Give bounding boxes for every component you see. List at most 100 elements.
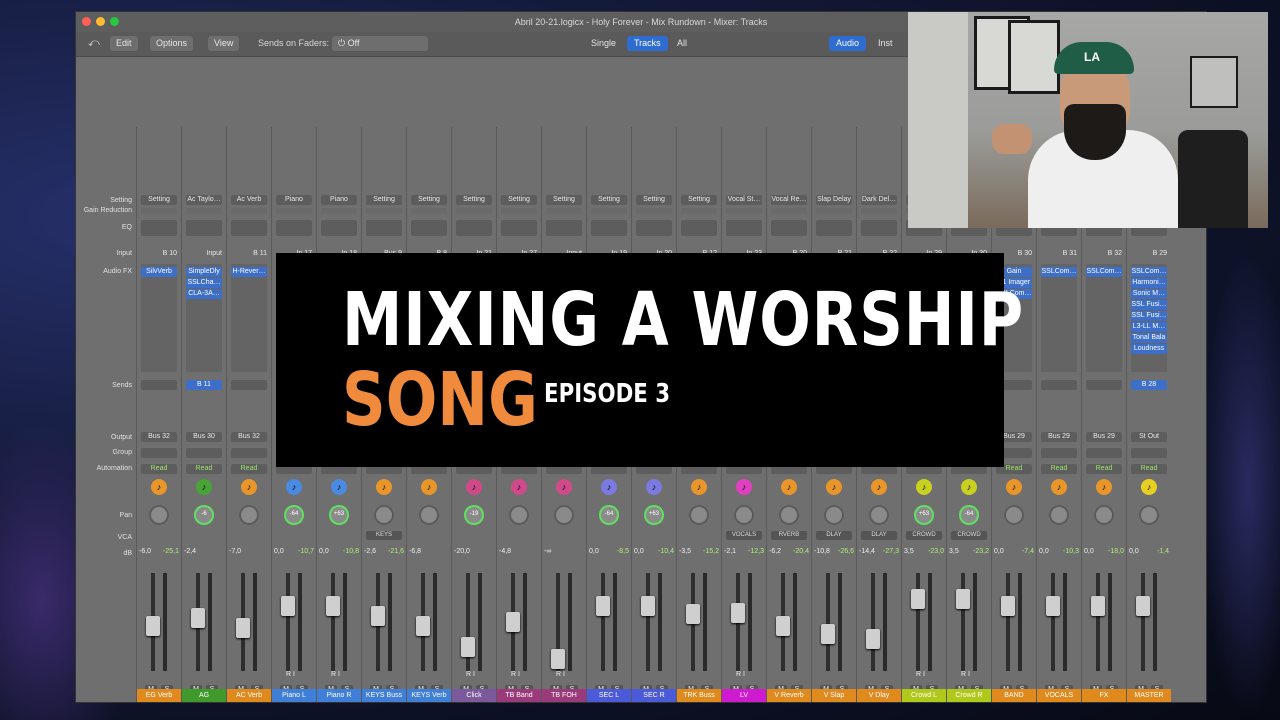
pan-knob[interactable] bbox=[1139, 505, 1159, 525]
strip-eq[interactable] bbox=[771, 220, 807, 236]
track-type-icon[interactable]: ♪ bbox=[331, 479, 347, 495]
filter-audio-button[interactable]: Audio bbox=[829, 36, 867, 51]
volume-fader[interactable] bbox=[596, 596, 610, 617]
vca-label[interactable] bbox=[591, 531, 627, 540]
track-name[interactable]: VOCALS bbox=[1037, 689, 1081, 702]
strip-setting[interactable]: Setting bbox=[546, 195, 582, 205]
strip-eq[interactable] bbox=[681, 220, 717, 236]
volume-fader[interactable] bbox=[236, 618, 250, 639]
strip-group[interactable] bbox=[141, 448, 177, 458]
vca-label[interactable]: CROWD bbox=[951, 531, 987, 540]
volume-fader[interactable] bbox=[506, 612, 520, 632]
vca-label[interactable] bbox=[231, 531, 267, 540]
strip-audio-fx[interactable]: L3-LL M… bbox=[1131, 322, 1167, 332]
pan-knob[interactable] bbox=[1004, 505, 1024, 525]
track-name[interactable]: EG Verb bbox=[137, 689, 181, 702]
vca-label[interactable] bbox=[546, 531, 582, 540]
volume-fader[interactable] bbox=[1001, 596, 1015, 617]
strip-output[interactable]: Bus 32 bbox=[141, 432, 177, 442]
strip-fx-area[interactable] bbox=[141, 264, 177, 372]
strip-setting[interactable]: Setting bbox=[591, 195, 627, 205]
strip-eq[interactable] bbox=[321, 220, 357, 236]
strip-send[interactable]: B 11 bbox=[186, 380, 222, 390]
strip-setting[interactable]: Piano bbox=[321, 195, 357, 205]
strip-audio-fx[interactable]: SSL Fusi… bbox=[1131, 300, 1167, 310]
strip-automation[interactable]: Read bbox=[231, 464, 267, 474]
track-name[interactable]: KEYS Buss bbox=[362, 689, 406, 702]
pan-knob[interactable] bbox=[779, 505, 799, 525]
strip-automation[interactable]: Read bbox=[141, 464, 177, 474]
pan-knob[interactable] bbox=[509, 505, 529, 525]
record-input-buttons[interactable]: R I bbox=[556, 671, 565, 678]
volume-fader[interactable] bbox=[1046, 596, 1060, 617]
track-name[interactable]: TRK Buss bbox=[677, 689, 721, 702]
strip-setting[interactable]: Setting bbox=[501, 195, 537, 205]
strip-setting[interactable]: Dark Del… bbox=[861, 195, 897, 205]
track-name[interactable]: Crowd R bbox=[947, 689, 991, 702]
strip-audio-fx[interactable]: Harmoni… bbox=[1131, 278, 1167, 288]
pan-knob[interactable] bbox=[1094, 505, 1114, 525]
strip-send[interactable]: B 28 bbox=[1131, 380, 1167, 390]
vca-label[interactable] bbox=[996, 531, 1032, 540]
strip-audio-fx[interactable]: CLA-3A… bbox=[186, 289, 222, 299]
volume-fader[interactable] bbox=[371, 605, 385, 626]
track-type-icon[interactable]: ♪ bbox=[1141, 479, 1157, 495]
strip-audio-fx[interactable]: SSLCha… bbox=[186, 278, 222, 288]
view-single-button[interactable]: Single bbox=[584, 36, 623, 51]
track-type-icon[interactable]: ♪ bbox=[241, 479, 257, 495]
strip-send[interactable] bbox=[141, 380, 177, 390]
strip-input[interactable]: B 31 bbox=[1041, 249, 1077, 259]
strip-setting[interactable]: Setting bbox=[141, 195, 177, 205]
track-type-icon[interactable]: ♪ bbox=[826, 479, 842, 495]
view-all-button[interactable]: All bbox=[670, 36, 694, 51]
track-name[interactable]: KEYS Verb bbox=[407, 689, 451, 702]
strip-setting[interactable]: Ac Verb bbox=[231, 195, 267, 205]
strip-eq[interactable] bbox=[231, 220, 267, 236]
view-menu[interactable]: View bbox=[208, 36, 240, 51]
strip-audio-fx[interactable]: H-Rever… bbox=[231, 267, 267, 277]
strip-eq[interactable] bbox=[456, 220, 492, 236]
track-name[interactable]: AC Verb bbox=[227, 689, 271, 702]
strip-audio-fx[interactable]: SSLCom… bbox=[1086, 267, 1122, 277]
strip-eq[interactable] bbox=[186, 220, 222, 236]
volume-fader[interactable] bbox=[146, 615, 160, 636]
track-type-icon[interactable]: ♪ bbox=[1051, 479, 1067, 495]
strip-eq[interactable] bbox=[366, 220, 402, 236]
strip-group[interactable] bbox=[231, 448, 267, 458]
record-input-buttons[interactable]: R I bbox=[916, 671, 925, 678]
vca-label[interactable] bbox=[321, 531, 357, 540]
strip-automation[interactable]: Read bbox=[1086, 464, 1122, 474]
vca-label[interactable]: KEYS bbox=[366, 531, 402, 540]
strip-group[interactable] bbox=[1131, 448, 1167, 458]
strip-fx-area[interactable] bbox=[231, 264, 267, 372]
strip-automation[interactable]: Read bbox=[1041, 464, 1077, 474]
volume-fader[interactable] bbox=[776, 615, 790, 636]
volume-fader[interactable] bbox=[416, 615, 430, 636]
strip-eq[interactable] bbox=[546, 220, 582, 236]
pan-knob[interactable] bbox=[824, 505, 844, 525]
track-name[interactable]: TB FOH bbox=[542, 689, 586, 702]
pan-knob[interactable] bbox=[1049, 505, 1069, 525]
strip-group[interactable] bbox=[186, 448, 222, 458]
vca-label[interactable]: RVERB bbox=[771, 531, 807, 540]
track-name[interactable]: Piano L bbox=[272, 689, 316, 702]
track-name[interactable]: V Dlay bbox=[857, 689, 901, 702]
strip-audio-fx[interactable]: SSLCom… bbox=[1131, 267, 1167, 277]
strip-input[interactable]: B 29 bbox=[1131, 249, 1167, 259]
strip-eq[interactable] bbox=[816, 220, 852, 236]
volume-fader[interactable] bbox=[686, 604, 700, 625]
strip-eq[interactable] bbox=[636, 220, 672, 236]
strip-setting[interactable]: Vocal St… bbox=[726, 195, 762, 205]
strip-setting[interactable]: Setting bbox=[681, 195, 717, 205]
track-type-icon[interactable]: ♪ bbox=[196, 479, 212, 495]
vca-label[interactable]: CROWD bbox=[906, 531, 942, 540]
strip-eq[interactable] bbox=[591, 220, 627, 236]
strip-audio-fx[interactable]: SSL Fusi… bbox=[1131, 311, 1167, 321]
strip-send[interactable] bbox=[231, 380, 267, 390]
track-name[interactable]: BAND bbox=[992, 689, 1036, 702]
strip-eq[interactable] bbox=[501, 220, 537, 236]
strip-group[interactable] bbox=[1041, 448, 1077, 458]
strip-eq[interactable] bbox=[726, 220, 762, 236]
options-menu[interactable]: Options bbox=[150, 36, 194, 51]
track-type-icon[interactable]: ♪ bbox=[511, 479, 527, 495]
